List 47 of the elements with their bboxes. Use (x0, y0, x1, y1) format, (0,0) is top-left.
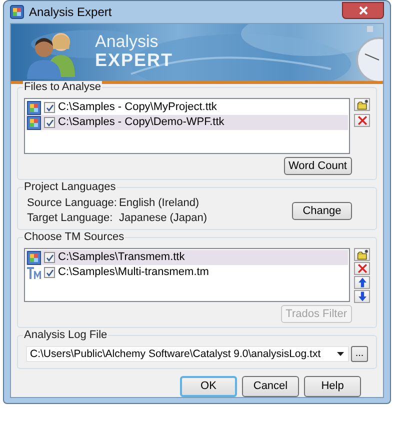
file-list[interactable]: C:\Samples - Copy\MyProject.ttk C:\Samples - Copy\Demo-WPF.ttk (24, 98, 350, 154)
list-item[interactable]: C:\Samples - Copy\MyProject.ttk (26, 100, 348, 115)
change-button[interactable]: Change (292, 202, 352, 220)
window-title: Analysis Expert (29, 6, 112, 18)
add-button[interactable] (354, 248, 370, 261)
log-file-dropdown[interactable]: C:\Users\Public\Alchemy Software\Catalyst 9.0\analysisLog.txt (26, 346, 349, 362)
checkbox[interactable] (44, 252, 55, 263)
field-value: Japanese (Japan) (119, 212, 208, 225)
down-button[interactable] (354, 290, 370, 303)
up-arrow-icon (356, 277, 368, 288)
close-icon (358, 6, 368, 14)
dialog-button[interactable]: Cancel (242, 376, 299, 397)
checkbox[interactable] (44, 102, 55, 113)
project-icon (27, 250, 41, 264)
banner-title: Analysis (95, 33, 160, 50)
checkbox[interactable] (44, 117, 55, 128)
dialog-button[interactable]: Help (304, 376, 361, 397)
delete-icon (356, 263, 368, 274)
tm-icon (27, 266, 41, 280)
field-value: English (Ireland) (119, 197, 200, 210)
field-label: Target Language: (27, 212, 114, 225)
tm-source-list[interactable]: C:\Samples\Transmem.ttk C:\Samples\Multi-transmem.tm (24, 248, 350, 302)
add-button[interactable] (354, 98, 370, 111)
list-item[interactable]: C:\Samples\Multi-transmem.tm (26, 265, 348, 280)
project-icon (27, 100, 41, 114)
close-button[interactable] (342, 2, 384, 18)
down-arrow-icon (356, 291, 368, 302)
group-label: Files to Analyse (23, 81, 102, 94)
remove-button[interactable] (354, 114, 370, 127)
remove-button[interactable] (354, 262, 370, 275)
folder-icon (356, 99, 368, 110)
banner-title: EXPERT (95, 51, 174, 69)
up-button[interactable] (354, 276, 370, 289)
checkbox[interactable] (44, 267, 55, 278)
word-count-button[interactable]: Word Count (284, 157, 352, 175)
list-item[interactable]: C:\Samples - Copy\Demo-WPF.ttk (26, 115, 348, 130)
delete-icon (356, 115, 368, 126)
project-icon (27, 116, 41, 130)
list-item[interactable]: C:\Samples\Transmem.ttk (26, 250, 348, 265)
dropdown-arrow-icon (337, 352, 344, 356)
browse-button[interactable]: ... (351, 346, 368, 362)
group-label: Analysis Log File (23, 329, 108, 342)
group-label: Project Languages (23, 181, 117, 194)
app-icon (10, 5, 24, 19)
dialog-button[interactable]: OK (180, 376, 237, 397)
folder-icon (356, 249, 368, 260)
field-label: Source Language: (27, 197, 118, 210)
